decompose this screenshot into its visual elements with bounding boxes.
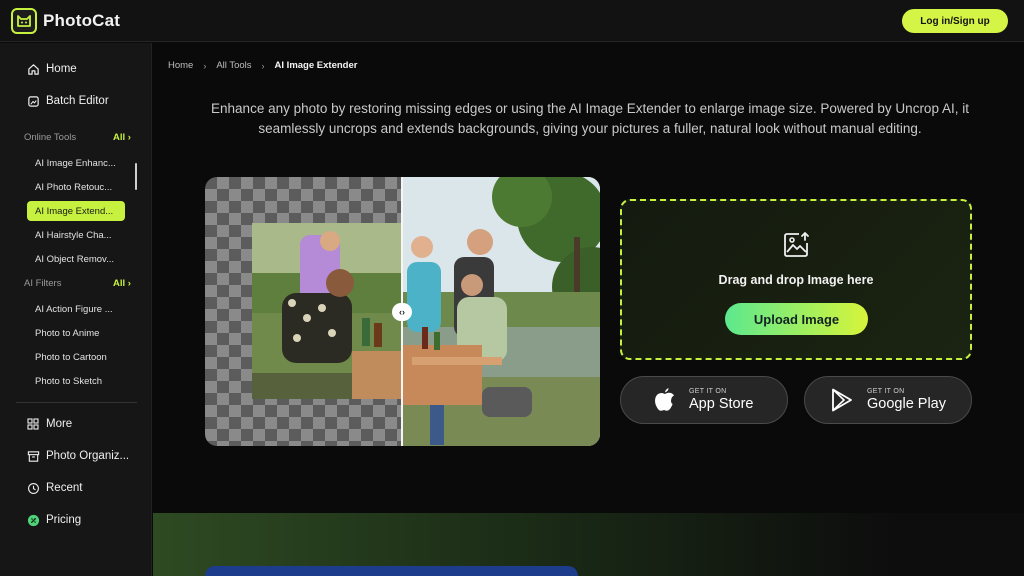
apple-icon bbox=[651, 387, 677, 413]
chevron-right-icon: › bbox=[261, 60, 265, 71]
bottom-section-card bbox=[205, 566, 578, 576]
filter-item-photo-to-anime[interactable]: Photo to Anime bbox=[27, 323, 125, 343]
compare-drag-handle-icon[interactable]: ‹› bbox=[392, 303, 412, 321]
sidebar-item-recent[interactable]: Recent bbox=[26, 481, 82, 495]
filter-item-photo-to-sketch[interactable]: Photo to Sketch bbox=[27, 371, 125, 391]
tool-item-hairstyle-changer[interactable]: AI Hairstyle Cha... bbox=[27, 225, 125, 245]
tool-item-image-extender[interactable]: AI Image Extend... bbox=[27, 201, 125, 221]
logo[interactable]: PhotoCat bbox=[11, 7, 121, 34]
google-play-icon bbox=[829, 387, 855, 413]
sidebar-item-label: Recent bbox=[46, 482, 83, 494]
home-icon bbox=[26, 62, 40, 76]
sidebar-item-label: Batch Editor bbox=[46, 95, 109, 107]
upload-dropzone[interactable]: Drag and drop Image here Upload Image bbox=[620, 199, 972, 360]
page-description: Enhance any photo by restoring missing e… bbox=[211, 101, 969, 136]
ai-filters-all-link[interactable]: All › bbox=[113, 278, 131, 289]
image-upload-icon bbox=[783, 231, 811, 259]
archive-icon bbox=[26, 449, 40, 463]
breadcrumb-current: AI Image Extender bbox=[274, 60, 358, 71]
breadcrumb-home[interactable]: Home bbox=[168, 60, 193, 71]
chevron-right-icon: › bbox=[127, 278, 131, 289]
app-store-button[interactable]: GET IT ON App Store bbox=[620, 376, 788, 424]
sidebar-item-photo-organizer[interactable]: Photo Organiz... bbox=[26, 449, 129, 463]
filter-item-photo-to-cartoon[interactable]: Photo to Cartoon bbox=[27, 347, 125, 367]
batch-icon bbox=[26, 94, 40, 108]
store-name: Google Play bbox=[867, 396, 946, 412]
brand-name: PhotoCat bbox=[43, 10, 121, 30]
breadcrumb-all-tools[interactable]: All Tools bbox=[216, 60, 251, 71]
tool-item-object-remover[interactable]: AI Object Remov... bbox=[27, 249, 125, 269]
clock-icon bbox=[26, 481, 40, 495]
upload-image-button[interactable]: Upload Image bbox=[725, 303, 868, 335]
extended-photo bbox=[402, 177, 600, 446]
chevron-right-icon: › bbox=[203, 60, 207, 71]
login-signup-button[interactable]: Log in/Sign up bbox=[902, 9, 1008, 33]
section-label-online-tools: Online Tools bbox=[24, 132, 77, 143]
sidebar-item-label: More bbox=[46, 418, 73, 430]
pricing-icon bbox=[26, 513, 40, 527]
sidebar-item-more[interactable]: More bbox=[26, 417, 72, 431]
sidebar-item-pricing[interactable]: Pricing bbox=[26, 513, 81, 527]
tools-scrollbar[interactable] bbox=[135, 163, 137, 190]
tool-item-image-enhancer[interactable]: AI Image Enhanc... bbox=[27, 153, 125, 173]
chevron-right-icon: › bbox=[127, 132, 131, 143]
sidebar-divider bbox=[16, 402, 137, 403]
drag-drop-text: Drag and drop Image here bbox=[718, 273, 874, 287]
filter-item-action-figure[interactable]: AI Action Figure ... bbox=[27, 299, 125, 319]
sidebar-item-home[interactable]: Home bbox=[26, 62, 77, 76]
grid-icon bbox=[26, 417, 40, 431]
sidebar-item-batch-editor[interactable]: Batch Editor bbox=[26, 94, 109, 108]
online-tools-all-link[interactable]: All › bbox=[113, 132, 131, 143]
store-name: App Store bbox=[689, 396, 754, 412]
tool-item-photo-retouch[interactable]: AI Photo Retouc... bbox=[27, 177, 125, 197]
sidebar-item-label: Pricing bbox=[46, 514, 82, 526]
sidebar: Home Batch Editor Online Tools All › AI … bbox=[0, 43, 152, 576]
original-photo bbox=[252, 223, 402, 399]
store-small-text: GET IT ON bbox=[867, 388, 905, 395]
sidebar-item-label: Home bbox=[46, 63, 77, 75]
cat-logo-icon bbox=[11, 7, 37, 34]
section-label-ai-filters: AI Filters bbox=[24, 278, 62, 289]
google-play-button[interactable]: GET IT ON Google Play bbox=[804, 376, 972, 424]
store-small-text: GET IT ON bbox=[689, 388, 727, 395]
before-after-preview[interactable]: ‹› bbox=[205, 177, 600, 446]
top-header: PhotoCat Log in/Sign up bbox=[0, 0, 1024, 42]
sidebar-item-label: Photo Organiz... bbox=[46, 450, 130, 462]
breadcrumb: Home › All Tools › AI Image Extender bbox=[168, 60, 357, 71]
